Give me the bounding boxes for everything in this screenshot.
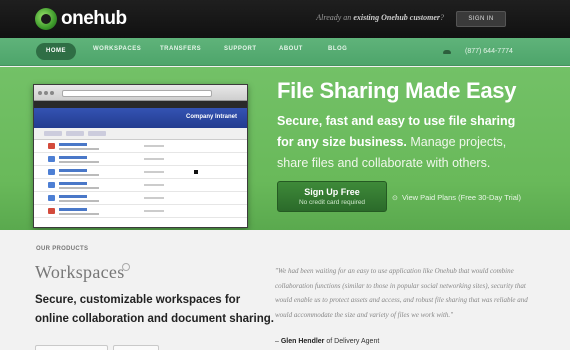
screenshot-intranet-title: Company Intranet [185, 114, 237, 120]
view-paid-plans-label: View Paid Plans (Free 30-Day Trial) [401, 193, 522, 202]
screenshot-file-row [34, 179, 247, 192]
phone-icon [443, 48, 451, 55]
screenshot-toolbar [34, 128, 247, 140]
customer-prompt-bold: existing Onehub customer [353, 13, 440, 22]
screenshot-browser-chrome [34, 85, 247, 101]
customer-prompt-prefix: Already an [316, 13, 354, 22]
testimonial-author: Glen Hendler [280, 338, 325, 345]
main-nav: HOME WORKSPACES TRANSFERS SUPPORT ABOUT … [0, 38, 570, 66]
arrow-circle-icon: ⊙ [392, 195, 398, 202]
existing-customer-prompt: Already an existing Onehub customer? [316, 13, 444, 22]
workspaces-title[interactable]: Workspaces [35, 262, 125, 283]
nav-workspaces[interactable]: WORKSPACES [93, 46, 141, 52]
logo-text: onehub [61, 8, 127, 29]
product-screenshot: Company Intranet [33, 84, 248, 228]
nav-about[interactable]: ABOUT [279, 46, 303, 52]
screenshot-file-row [34, 153, 247, 166]
sign-in-button[interactable]: SIGN IN [456, 11, 506, 27]
sign-up-free-button[interactable]: Sign Up Free No credit card required [277, 181, 387, 212]
onehub-logo-icon [35, 8, 57, 30]
testimonial-author-company: of Delivery Agent [324, 338, 380, 345]
screenshot-file-row [34, 205, 247, 218]
workspaces-arrow-icon [122, 263, 130, 271]
top-bar: onehub Already an existing Onehub custom… [0, 0, 570, 38]
hero-description: Secure, fast and easy to use file sharin… [277, 111, 522, 174]
phone-number: (877) 644-7774 [443, 48, 513, 55]
workspaces-description: Secure, customizable workspaces for onli… [35, 294, 274, 325]
view-paid-plans-link[interactable]: ⊙ View Paid Plans (Free 30-Day Trial) [392, 193, 521, 202]
screenshot-file-row [34, 140, 247, 153]
nav-blog[interactable]: BLOG [328, 46, 347, 52]
customer-prompt-suffix: ? [440, 13, 444, 22]
screenshot-app-bar [34, 101, 247, 108]
screenshot-window-dots [38, 91, 54, 95]
screenshot-file-row [34, 166, 247, 179]
screenshot-url-bar [62, 90, 212, 97]
sign-up-label: Sign Up Free [304, 187, 360, 197]
sign-up-sublabel: No credit card required [298, 199, 366, 206]
nav-transfers[interactable]: TRANSFERS [160, 46, 201, 52]
product-tab-button[interactable] [35, 345, 108, 350]
screenshot-file-row [34, 192, 247, 205]
testimonial-quote: "We had been waiting for an easy to use … [275, 267, 528, 319]
phone-text: (877) 644-7774 [465, 48, 513, 55]
product-tab-button[interactable] [113, 345, 159, 350]
onehub-logo[interactable]: onehub [35, 8, 127, 30]
hero-title: File Sharing Made Easy [277, 78, 517, 103]
testimonial-attribution: – Glen Hendler of Delivery Agent [275, 338, 379, 345]
our-products-label: OUR PRODUCTS [36, 246, 89, 252]
nav-home[interactable]: HOME [36, 43, 76, 60]
nav-support[interactable]: SUPPORT [224, 46, 257, 52]
screenshot-header: Company Intranet [34, 108, 247, 128]
